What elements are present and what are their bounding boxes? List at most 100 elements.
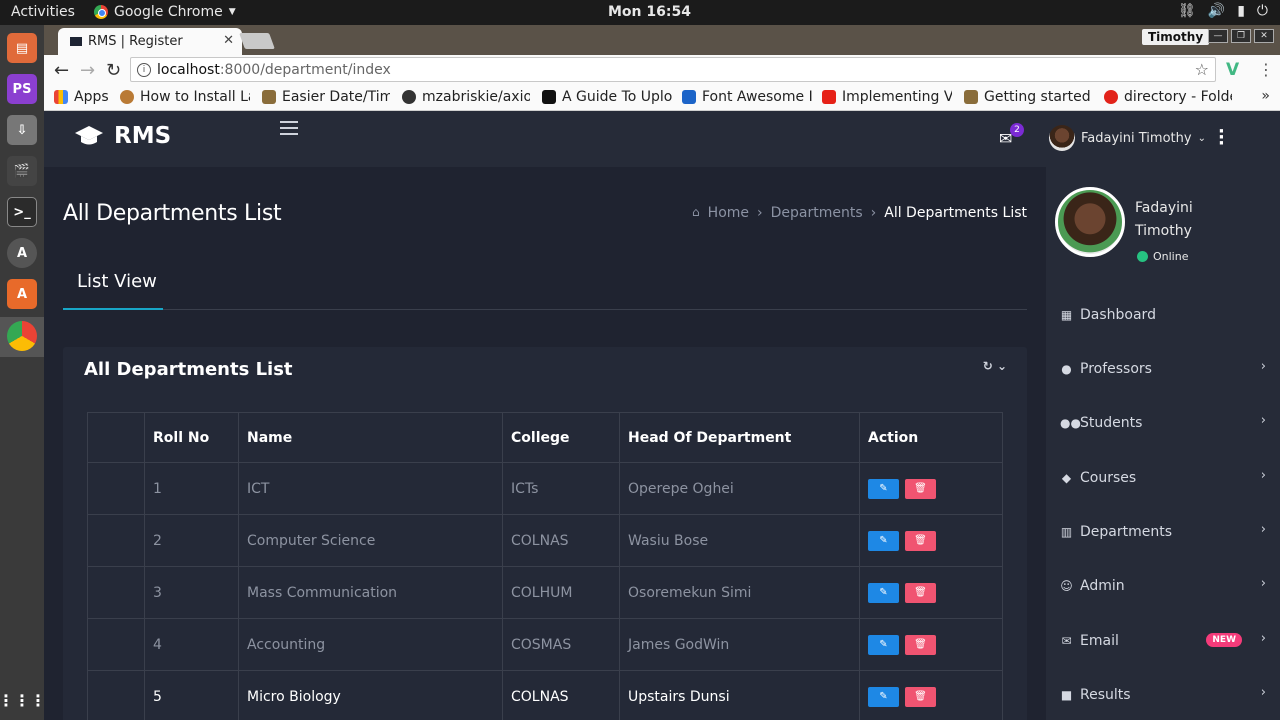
volume-icon[interactable]: 🔊 xyxy=(1208,3,1225,19)
software-center-icon[interactable]: A xyxy=(7,279,37,309)
bookmark-item[interactable]: Easier Date/Time xyxy=(262,89,390,105)
forward-icon[interactable]: → xyxy=(80,60,95,81)
card-tools: ↻ ⌄ xyxy=(983,359,1007,373)
delete-button[interactable]: 🗑 xyxy=(905,634,936,655)
sidebar-item-results[interactable]: ■ Results › xyxy=(1060,683,1266,707)
refresh-icon[interactable]: ↻ xyxy=(983,359,993,373)
box-icon: ■ xyxy=(1060,688,1073,702)
sidebar-item-email[interactable]: ✉ Email NEW › xyxy=(1060,629,1266,653)
sidebar-item-courses[interactable]: ◆ Courses › xyxy=(1060,466,1266,490)
close-tab-icon[interactable]: ✕ xyxy=(223,33,234,48)
sidebar-item-dashboard[interactable]: ▦ Dashboard xyxy=(1060,303,1266,327)
chevron-right-icon: › xyxy=(1260,468,1266,483)
roll-cell: 2 xyxy=(144,514,239,567)
status-badge: Online xyxy=(1137,250,1188,263)
delete-button[interactable]: 🗑 xyxy=(905,582,936,603)
edit-button[interactable]: ✎ xyxy=(868,686,899,707)
vue-devtools-icon[interactable]: V xyxy=(1226,60,1239,80)
maximize-icon[interactable]: ❐ xyxy=(1231,29,1251,43)
sidebar-item-students[interactable]: ●● Students › xyxy=(1060,411,1266,435)
bookmark-item[interactable]: A Guide To Uploa xyxy=(542,89,672,105)
head-cell: Upstairs Dunsi xyxy=(619,670,860,720)
roll-cell: 1 xyxy=(144,462,239,515)
bookmark-item[interactable]: directory - Folde xyxy=(1104,89,1232,105)
app-menu[interactable]: Google Chrome ▼ xyxy=(94,4,236,20)
breadcrumb-departments[interactable]: Departments xyxy=(771,205,863,221)
college-cell: COLHUM xyxy=(502,566,620,619)
collapse-icon[interactable]: ⌄ xyxy=(997,359,1007,373)
profile-name: Fadayini Timothy xyxy=(1135,200,1193,239)
video-editor-icon[interactable]: 🎬 xyxy=(7,156,37,186)
sidebar-item-departments[interactable]: ▥ Departments › xyxy=(1060,520,1266,544)
person-icon: ● xyxy=(1061,362,1072,376)
mail-badge: 2 xyxy=(1010,123,1024,137)
github-icon xyxy=(402,90,416,104)
name-cell: Accounting xyxy=(238,618,503,671)
minimize-icon[interactable]: — xyxy=(1208,29,1228,43)
battery-icon[interactable]: ▮ xyxy=(1237,3,1245,19)
sidebar-item-admin[interactable]: ☺ Admin › xyxy=(1060,574,1266,598)
close-window-icon[interactable]: ✕ xyxy=(1254,29,1274,43)
files-icon[interactable]: ▤ xyxy=(7,33,37,63)
brand[interactable]: RMS xyxy=(74,123,171,149)
youtube-icon xyxy=(822,90,836,104)
table-row: 2 Computer Science COLNAS Wasiu Bose ✎ 🗑 xyxy=(87,514,1003,567)
new-tab-button[interactable] xyxy=(239,33,275,49)
delete-button[interactable]: 🗑 xyxy=(905,686,936,707)
chrome-dock-icon[interactable] xyxy=(7,321,37,351)
bookmark-item[interactable]: mzabriskie/axios xyxy=(402,89,530,105)
bookmark-item[interactable]: Implementing Vu xyxy=(822,89,952,105)
more-bookmarks-icon[interactable]: » xyxy=(1261,88,1270,104)
row-select-cell xyxy=(87,618,145,671)
terminal-icon[interactable]: >_ xyxy=(7,197,37,227)
apps-grid-icon xyxy=(54,90,68,104)
breadcrumb: ⌂ Home › Departments › All Departments L… xyxy=(692,205,1027,221)
back-icon[interactable]: ← xyxy=(54,60,69,81)
show-apps-icon[interactable]: ⋮⋮⋮ xyxy=(0,685,46,715)
building-icon: ▥ xyxy=(1060,525,1073,539)
profile-chip[interactable]: Timothy xyxy=(1142,29,1210,45)
chevron-right-icon: › xyxy=(1260,685,1266,700)
column-header[interactable]: Name xyxy=(238,412,503,463)
site-info-icon[interactable]: i xyxy=(137,62,151,77)
table-row: 1 ICT ICTs Operepe Oghei ✎ 🗑 xyxy=(87,462,1003,515)
breadcrumb-home[interactable]: Home xyxy=(708,205,749,221)
school-icon: ◆ xyxy=(1061,471,1072,485)
column-header[interactable]: College xyxy=(502,412,620,463)
power-icon[interactable]: ⏻ xyxy=(1257,3,1268,19)
address-bar[interactable]: i localhost:8000/department/index ☆ xyxy=(130,57,1216,82)
bookmark-star-icon[interactable]: ☆ xyxy=(1195,60,1209,79)
edit-button[interactable]: ✎ xyxy=(868,582,899,603)
software-updater-icon[interactable]: A xyxy=(7,238,37,268)
mail-icon[interactable]: ✉ 2 xyxy=(999,123,1024,148)
reload-icon[interactable]: ↻ xyxy=(106,60,121,81)
more-options-icon[interactable]: · · · xyxy=(1218,123,1225,153)
edit-button[interactable]: ✎ xyxy=(868,530,899,551)
user-menu[interactable]: Fadayini Timothy ⌄ xyxy=(1049,125,1206,151)
bookmark-item[interactable]: Getting started v xyxy=(964,89,1092,105)
chrome-menu-icon[interactable]: ⋮ xyxy=(1258,60,1274,79)
phpstorm-icon[interactable]: PS xyxy=(7,74,37,104)
edit-button[interactable]: ✎ xyxy=(868,478,899,499)
online-dot-icon xyxy=(1137,251,1148,262)
menu-toggle-icon[interactable] xyxy=(280,121,298,139)
network-icon[interactable]: ⛓ xyxy=(1178,3,1196,19)
bookmark-item[interactable]: Apps xyxy=(54,89,109,105)
browser-tab[interactable]: RMS | Register ✕ xyxy=(58,28,242,55)
tab-list-view[interactable]: List View xyxy=(63,271,163,310)
activities-button[interactable]: Activities xyxy=(11,4,75,20)
edit-button[interactable]: ✎ xyxy=(868,634,899,655)
clock[interactable]: Mon 16:54 xyxy=(608,4,691,20)
departments-table: Roll No Name College Head Of Department … xyxy=(87,412,1003,720)
sidebar-item-professors[interactable]: ● Professors › xyxy=(1060,357,1266,381)
column-header[interactable]: Roll No xyxy=(144,412,239,463)
bookmark-item[interactable]: How to Install La xyxy=(120,89,250,105)
bookmark-item[interactable]: Font Awesome Ic xyxy=(682,89,812,105)
column-header[interactable]: Head Of Department xyxy=(619,412,860,463)
installer-icon[interactable]: ⇩ xyxy=(7,115,37,145)
delete-button[interactable]: 🗑 xyxy=(905,530,936,551)
delete-button[interactable]: 🗑 xyxy=(905,478,936,499)
bookmark-favicon xyxy=(542,90,556,104)
profile-avatar[interactable] xyxy=(1055,187,1125,257)
system-tray[interactable]: ⛓ 🔊 ▮ ⏻ xyxy=(1178,3,1268,19)
